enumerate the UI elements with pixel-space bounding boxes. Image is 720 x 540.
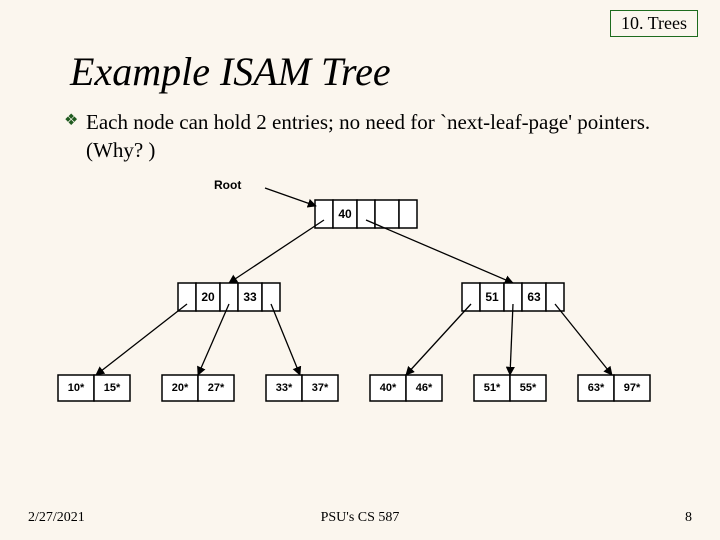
footer-page: 8 — [685, 510, 692, 526]
svg-text:20: 20 — [201, 290, 215, 304]
index-left: 20 33 — [178, 283, 280, 311]
leaf-2: 33* 37* — [266, 375, 338, 401]
svg-text:97*: 97* — [624, 382, 641, 394]
svg-text:63*: 63* — [588, 382, 605, 394]
leaf-1: 20* 27* — [162, 375, 234, 401]
svg-text:10*: 10* — [68, 382, 85, 394]
svg-text:33*: 33* — [276, 382, 293, 394]
svg-text:55*: 55* — [520, 382, 537, 394]
svg-text:40*: 40* — [380, 382, 397, 394]
svg-text:33: 33 — [243, 290, 257, 304]
leaf-3: 40* 46* — [370, 375, 442, 401]
svg-text:46*: 46* — [416, 382, 433, 394]
diamond-bullet-icon: ❖ — [64, 110, 78, 132]
svg-text:37*: 37* — [312, 382, 329, 394]
svg-text:51*: 51* — [484, 382, 501, 394]
svg-text:20*: 20* — [172, 382, 189, 394]
root-node: 40 — [315, 200, 417, 228]
bullet-item: ❖ Each node can hold 2 entries; no need … — [86, 108, 680, 165]
svg-text:27*: 27* — [208, 382, 225, 394]
svg-text:15*: 15* — [104, 382, 121, 394]
svg-text:63: 63 — [527, 290, 541, 304]
root-key-0: 40 — [338, 207, 352, 221]
bullet-text: Each node can hold 2 entries; no need fo… — [86, 110, 650, 162]
svg-text:51: 51 — [485, 290, 499, 304]
isam-tree-diagram: 40 20 33 51 63 10* 15* 20* 27* — [0, 170, 720, 430]
chapter-tag: 10. Trees — [610, 10, 698, 37]
leaf-4: 51* 55* — [474, 375, 546, 401]
slide-title: Example ISAM Tree — [70, 48, 391, 95]
footer-course: PSU's CS 587 — [0, 510, 720, 526]
leaf-0: 10* 15* — [58, 375, 130, 401]
leaf-5: 63* 97* — [578, 375, 650, 401]
